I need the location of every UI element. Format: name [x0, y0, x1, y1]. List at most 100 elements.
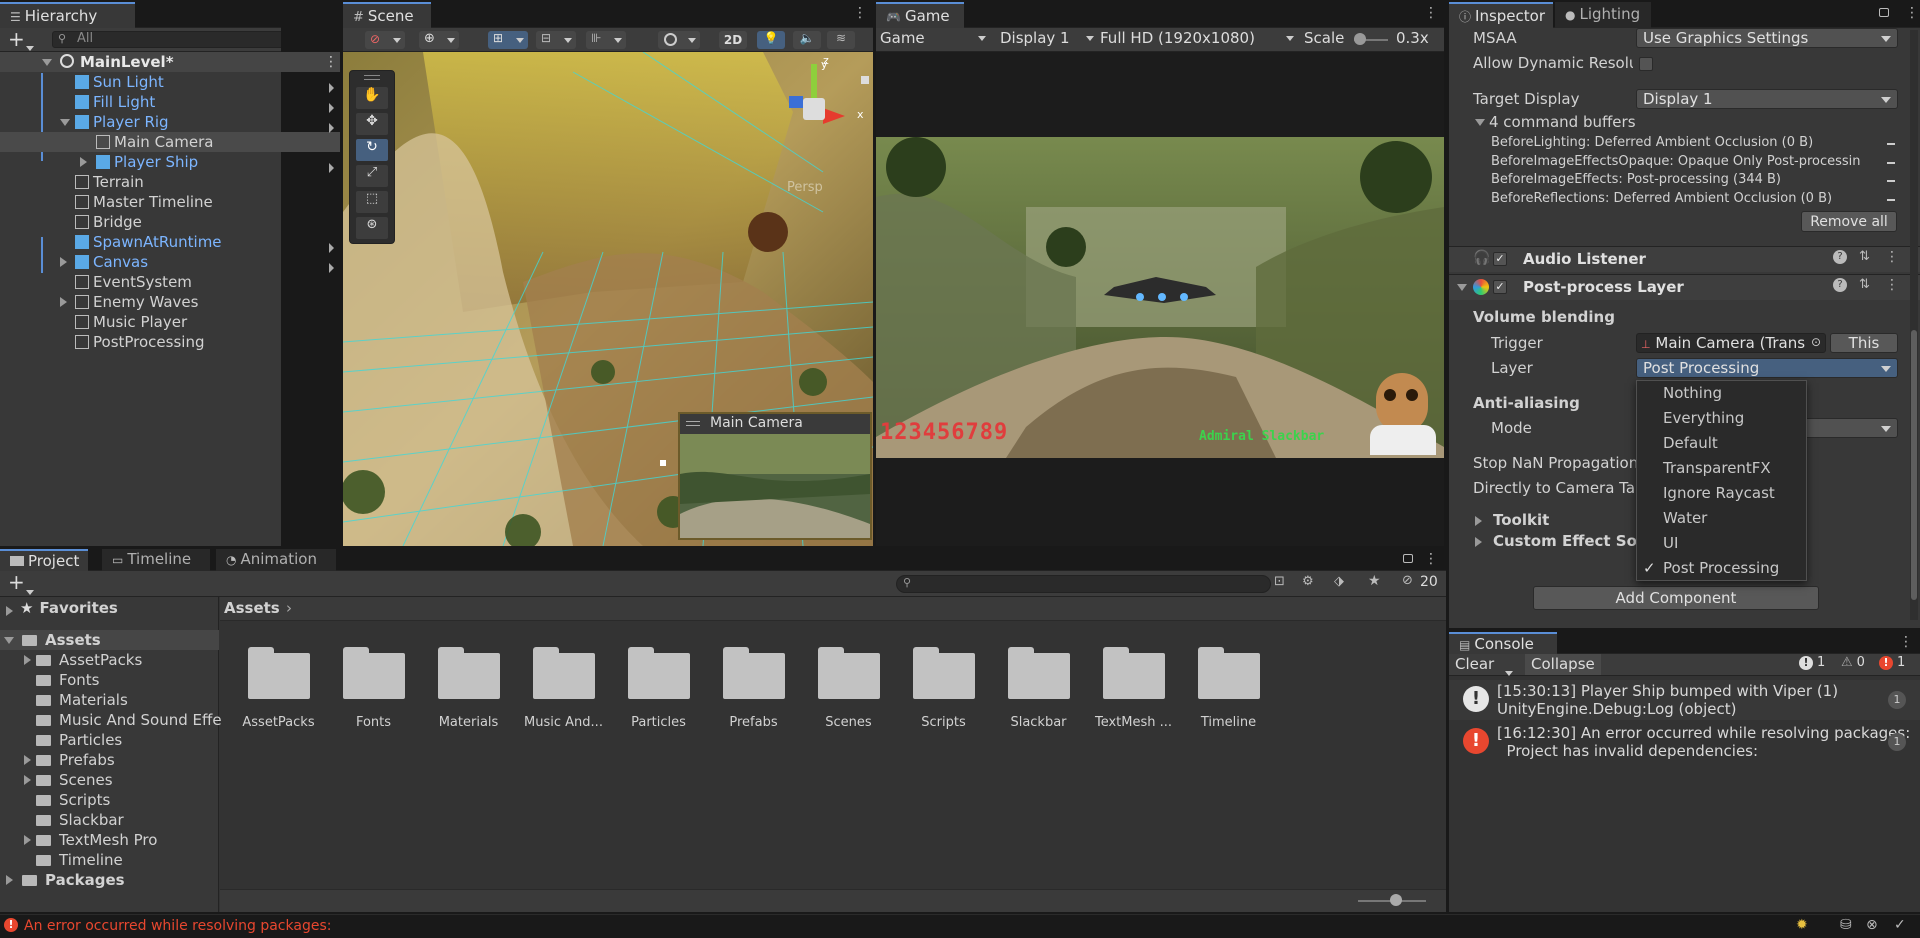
rotate-tool-icon[interactable]: ↻ [356, 139, 388, 161]
target-display-dropdown[interactable]: Display 1 [1636, 89, 1898, 109]
tree-folder-timeline[interactable]: Timeline [36, 851, 123, 869]
collapsed-arrow-icon[interactable] [24, 655, 31, 665]
hierarchy-item-enemy-waves[interactable]: Enemy Waves [75, 293, 198, 313]
lighting-toggle-button[interactable]: 💡 [757, 31, 785, 49]
transform-tool-icon[interactable]: ⊛ [356, 217, 388, 239]
collapsed-arrow-icon[interactable] [60, 257, 67, 267]
grid-visibility-button[interactable]: ⊟ [536, 31, 576, 49]
2d-toggle-button[interactable]: 2D [719, 31, 747, 49]
tab-animation[interactable]: ◔ Animation [216, 549, 336, 571]
hand-tool-icon[interactable]: ✋ [356, 87, 388, 109]
scene-menu-icon[interactable]: ⋮ [324, 54, 338, 70]
gizmo-y-axis[interactable] [811, 64, 817, 100]
folder-prefabs[interactable] [723, 647, 785, 699]
folder-scenes[interactable] [818, 647, 880, 699]
tree-folder-particles[interactable]: Particles [36, 731, 122, 749]
layer-option-everything[interactable]: Everything [1637, 406, 1806, 431]
network-icon[interactable]: ⊗ [1866, 917, 1878, 933]
create-plus-icon[interactable]: + [8, 27, 25, 51]
layer-option-nothing[interactable]: Nothing [1637, 381, 1806, 406]
hierarchy-item-sun-light[interactable]: Sun Light [75, 73, 164, 93]
console-error-row[interactable]: ! [16:12:30] An error occurred while res… [1449, 722, 1920, 762]
tree-folder-fonts[interactable]: Fonts [36, 671, 99, 689]
tree-folder-materials[interactable]: Materials [36, 691, 128, 709]
tab-project[interactable]: Project [0, 549, 88, 571]
inspector-scrollbar-thumb[interactable] [1911, 330, 1917, 600]
collapsed-arrow-icon[interactable] [6, 606, 13, 616]
hierarchy-item-bridge[interactable]: Bridge [75, 213, 142, 233]
chevron-right-icon[interactable] [329, 79, 334, 97]
panel-lock-icon[interactable] [1879, 8, 1889, 17]
hierarchy-item-terrain[interactable]: Terrain [75, 173, 144, 193]
panel-menu-icon[interactable]: ⋮ [1424, 551, 1438, 567]
layer-option-post-processing[interactable]: ✓ Post Processing [1637, 556, 1806, 581]
cache-server-icon[interactable]: ⛁ [1840, 917, 1852, 933]
preset-icon[interactable]: ⇅ [1859, 249, 1870, 264]
camera-preview[interactable]: Main Camera [678, 412, 872, 540]
tab-game[interactable]: 🎮 Game [876, 2, 964, 28]
folder-scripts[interactable] [913, 647, 975, 699]
projection-toggle-icon[interactable] [861, 76, 869, 84]
scale-slider-thumb[interactable] [1354, 33, 1366, 45]
hierarchy-item-eventsystem[interactable]: EventSystem [75, 273, 192, 293]
display-dropdown[interactable]: Display 1 [1000, 29, 1096, 49]
remove-all-button[interactable]: Remove all [1801, 211, 1897, 232]
scene-viewport[interactable]: ✋ ✥ ↻ ⤢ ⬚ ⊛ x y z Persp Main Camera [343, 52, 873, 546]
audio-listener-header[interactable]: 🎧 ✓ Audio Listener ? ⇅ ⋮ [1449, 246, 1920, 272]
custom-effect-sort-foldout[interactable]: Custom Effect Sort [1493, 532, 1651, 550]
clear-button[interactable]: Clear [1455, 655, 1494, 673]
panel-menu-icon[interactable]: ⋮ [1899, 634, 1913, 650]
layer-dropdown[interactable]: Post Processing [1636, 358, 1898, 378]
trigger-object-field[interactable]: ⊥ Main Camera (Trans ⊙ [1636, 333, 1826, 353]
chevron-right-icon[interactable] [329, 239, 334, 257]
shading-mode-dropdown[interactable] [658, 31, 700, 49]
assets-item[interactable]: Assets [22, 631, 101, 649]
tree-folder-assetpacks[interactable]: AssetPacks [36, 651, 142, 669]
msaa-dropdown[interactable]: Use Graphics Settings [1636, 28, 1898, 48]
effects-toggle-button[interactable]: ≋ [827, 31, 855, 49]
tool-handle-dropdown[interactable]: ⊘ [365, 31, 405, 49]
scale-tool-icon[interactable]: ⤢ [356, 165, 388, 187]
foldout-arrow-icon[interactable] [1475, 119, 1485, 126]
favorites-item[interactable]: ★ Favorites [20, 599, 118, 617]
tree-folder-textmesh-pro[interactable]: TextMesh Pro [36, 831, 157, 849]
expand-arrow-icon[interactable] [60, 119, 70, 126]
folder-textmesh-pro[interactable] [1103, 647, 1165, 699]
gizmo-center[interactable] [803, 98, 825, 120]
hierarchy-item-player-ship[interactable]: Player Ship [96, 153, 198, 173]
collapsed-arrow-icon[interactable] [24, 755, 31, 765]
remove-buffer-icon[interactable] [1887, 199, 1895, 201]
icon-size-slider-thumb[interactable] [1390, 894, 1402, 906]
remove-buffer-icon[interactable] [1887, 162, 1895, 164]
panel-lock-icon[interactable] [1403, 554, 1413, 563]
gizmo-z-axis[interactable] [789, 96, 803, 108]
foldout-arrow-icon[interactable] [1457, 284, 1467, 291]
tab-hierarchy[interactable]: ☰ Hierarchy [0, 2, 135, 28]
tab-console[interactable]: ▤ Console [1449, 632, 1557, 654]
panel-menu-icon[interactable]: ⋮ [1905, 5, 1919, 21]
tree-folder-scripts[interactable]: Scripts [36, 791, 110, 809]
increment-snap-button[interactable]: ⊪ [586, 31, 626, 49]
chevron-right-icon[interactable] [329, 259, 334, 277]
layer-option-default[interactable]: Default [1637, 431, 1806, 456]
component-menu-icon[interactable]: ⋮ [1885, 249, 1899, 265]
help-icon[interactable]: ? [1833, 278, 1847, 292]
preset-icon[interactable]: ⇅ [1859, 277, 1870, 292]
panel-menu-icon[interactable]: ⋮ [853, 5, 867, 21]
tree-folder-prefabs[interactable]: Prefabs [36, 751, 115, 769]
search-field[interactable]: ⚲ All [52, 31, 281, 48]
help-icon[interactable]: ? [1833, 250, 1847, 264]
global-toggle-dropdown[interactable]: ⊕ [419, 31, 459, 49]
expand-arrow-icon[interactable] [4, 637, 14, 644]
progress-check-icon[interactable]: ✓ [1894, 917, 1906, 933]
hierarchy-item-master-timeline[interactable]: Master Timeline [75, 193, 213, 213]
post-process-layer-enabled-checkbox[interactable]: ✓ [1493, 280, 1507, 294]
component-menu-icon[interactable]: ⋮ [1885, 277, 1899, 293]
chevron-right-icon[interactable] [329, 99, 334, 117]
collapse-button[interactable]: Collapse [1525, 654, 1601, 675]
tab-lighting[interactable]: ● Lighting [1555, 2, 1651, 28]
hierarchy-item-main-camera[interactable]: Main Camera [96, 133, 213, 153]
hierarchy-item-music-player[interactable]: Music Player [75, 313, 187, 333]
rect-tool-icon[interactable]: ⬚ [356, 191, 388, 213]
grid-snap-button[interactable]: ⊞ [488, 31, 528, 49]
